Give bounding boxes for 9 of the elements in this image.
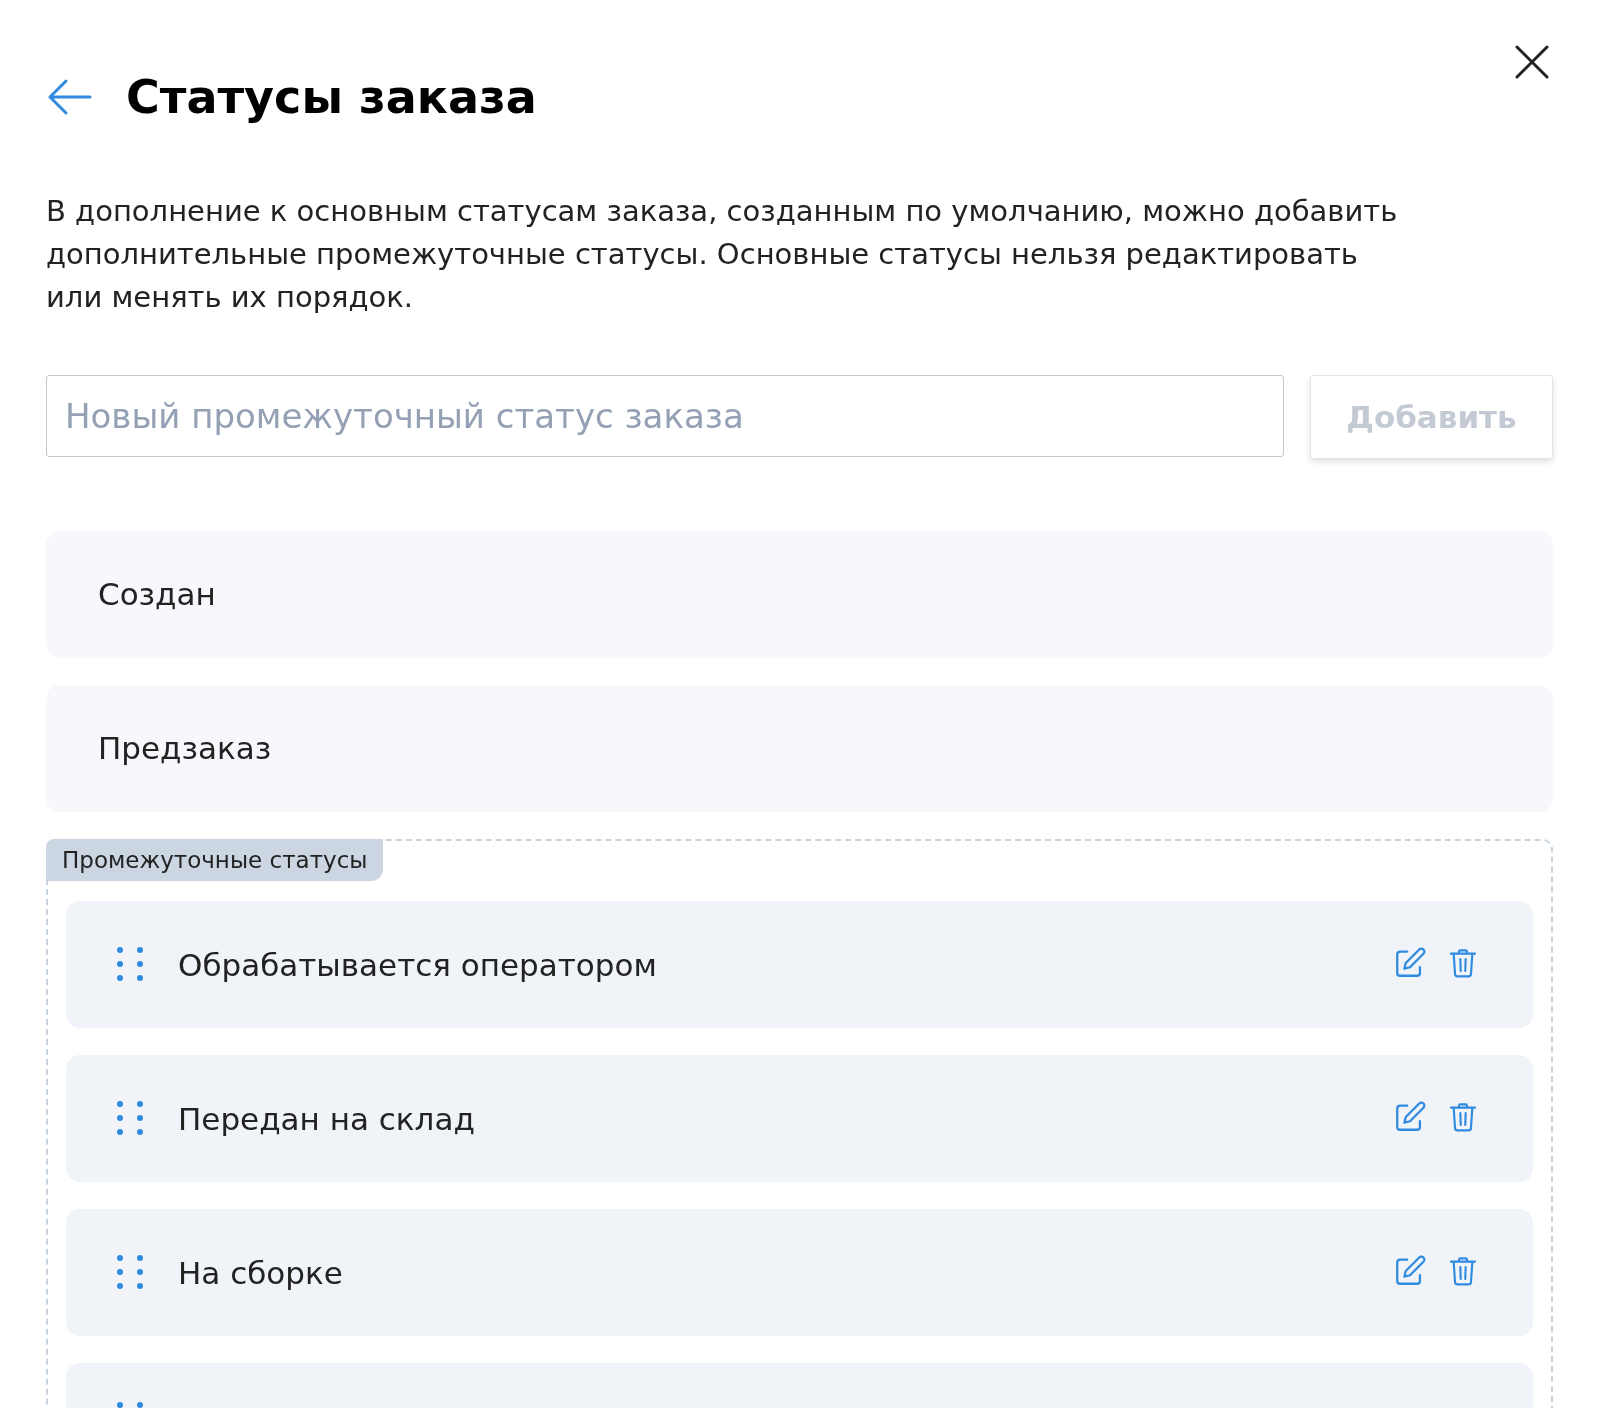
status-name: Передан на склад — [178, 1100, 476, 1139]
status-name: Обрабатывается оператором — [178, 946, 658, 985]
status-name: На сборке — [178, 1254, 344, 1293]
status-row: Предзаказ — [46, 685, 1553, 812]
status-row: Создан — [46, 531, 1553, 658]
description-text: В дополнение к основным статусам заказа, созданным по умолчанию, можно добавить дополнительные промежуточные статусы. Основные статусы нельзя редактировать или менять их порядок. — [46, 193, 1399, 316]
dialog-title: Статусы заказа — [126, 68, 537, 126]
group-label: Промежуточные статусы — [46, 839, 384, 881]
status-input-field[interactable]: Новый промежуточный статус заказа — [46, 375, 1284, 457]
